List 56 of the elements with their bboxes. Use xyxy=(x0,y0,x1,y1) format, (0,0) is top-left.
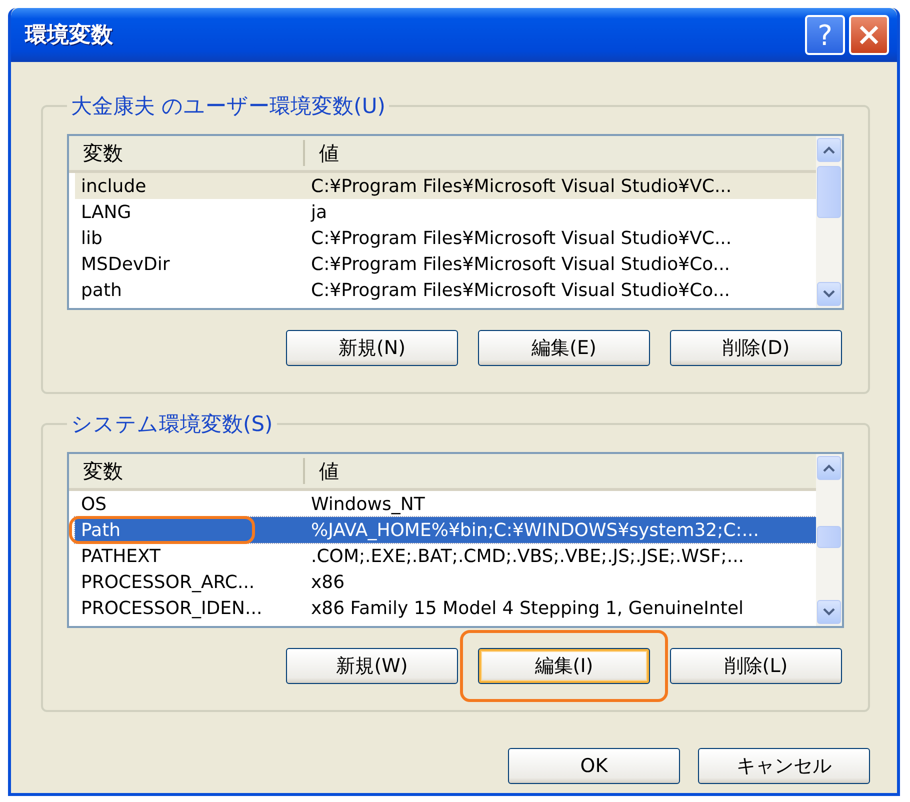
list-row[interactable]: include C:¥Program Files¥Microsoft Visual Studio¥VC... xyxy=(75,173,816,199)
variable-value: x86 Family 15 Model 4 Stepping 1, GenuineIntel xyxy=(310,598,744,618)
scroll-thumb[interactable] xyxy=(817,526,841,548)
variable-name: lib xyxy=(80,228,104,248)
variable-name: path xyxy=(80,280,123,300)
column-header[interactable]: 変数 xyxy=(69,458,305,484)
group-title: 大金康夫 のユーザー環境変数(U) xyxy=(70,93,386,120)
variable-name: PROCESSOR_IDEN... xyxy=(80,598,264,618)
scroll-down-button[interactable] xyxy=(817,600,841,624)
dialog-button[interactable]: 編集(E) xyxy=(478,330,650,366)
dialog-button[interactable]: 新規(W) xyxy=(286,648,458,684)
variable-value: %JAVA_HOME%¥bin;C:¥WINDOWS¥system32;C:... xyxy=(310,520,759,540)
scroll-up-button[interactable] xyxy=(817,138,841,162)
variable-value: C:¥Program Files¥Microsoft Visual Studio¥VC... xyxy=(310,176,732,196)
variable-value: C:¥Program Files¥Microsoft Visual Studio¥Co... xyxy=(310,280,730,300)
list-row[interactable]: PROCESSOR_IDEN... x86 Family 15 Model 4 Stepping 1, GenuineIntel xyxy=(75,595,816,621)
list-row[interactable]: LANG ja xyxy=(75,199,816,225)
help-button[interactable]: ? xyxy=(805,15,845,55)
list-row[interactable]: PATHEXT .COM;.EXE;.BAT;.CMD;.VBS;.VBE;.JS;.JSE;.WSF;... xyxy=(75,543,816,569)
list-row[interactable]: lib C:¥Program Files¥Microsoft Visual Studio¥VC... xyxy=(75,225,816,251)
variable-value: x86 xyxy=(310,572,345,592)
scrollbar[interactable] xyxy=(816,136,842,308)
variable-value: C:¥Program Files¥Microsoft Visual Studio¥Co... xyxy=(310,254,730,274)
variable-name: LANG xyxy=(80,202,132,222)
window-title: 環境変数 xyxy=(25,22,113,50)
dialog-button[interactable]: 削除(D) xyxy=(670,330,842,366)
column-header[interactable]: 値 xyxy=(305,140,339,166)
list-row[interactable]: MSDevDir C:¥Program Files¥Microsoft Visual Studio¥Co... xyxy=(75,251,816,277)
scroll-down-button[interactable] xyxy=(817,282,841,306)
variable-value: ja xyxy=(310,202,328,222)
close-icon xyxy=(858,24,880,46)
dialog-button[interactable]: 新規(N) xyxy=(286,330,458,366)
variable-name: MSDevDir xyxy=(80,254,171,274)
variable-name: PATHEXT xyxy=(80,546,162,566)
list-row[interactable]: OS Windows_NT xyxy=(75,491,816,517)
dialog-button[interactable]: 削除(L) xyxy=(670,648,842,684)
list-row[interactable]: PROCESSOR_ARC... x86 xyxy=(75,569,816,595)
variable-name: OS xyxy=(80,494,108,514)
dialog-button[interactable]: OK xyxy=(508,748,680,784)
column-header[interactable]: 変数 xyxy=(69,140,305,166)
list-row[interactable]: Path %JAVA_HOME%¥bin;C:¥WINDOWS¥system32;C:... xyxy=(75,517,816,543)
scroll-thumb[interactable] xyxy=(817,166,841,218)
close-button[interactable] xyxy=(849,15,889,55)
variable-name: PROCESSOR_ARC... xyxy=(80,572,256,592)
group-title: システム環境変数(S) xyxy=(70,411,274,438)
scrollbar[interactable] xyxy=(816,454,842,626)
scroll-up-button[interactable] xyxy=(817,456,841,480)
variable-name: Path xyxy=(80,520,122,540)
variable-name: include xyxy=(80,176,148,196)
dialog-button[interactable]: キャンセル xyxy=(698,748,870,784)
list-row[interactable]: path C:¥Program Files¥Microsoft Visual Studio¥Co... xyxy=(75,277,816,303)
variable-value: Windows_NT xyxy=(310,494,425,514)
dialog-button[interactable]: 編集(I) xyxy=(478,648,650,684)
variable-value: .COM;.EXE;.BAT;.CMD;.VBS;.VBE;.JS;.JSE;.WSF;... xyxy=(310,546,744,566)
variable-value: C:¥Program Files¥Microsoft Visual Studio¥VC... xyxy=(310,228,732,248)
column-header[interactable]: 値 xyxy=(305,458,339,484)
